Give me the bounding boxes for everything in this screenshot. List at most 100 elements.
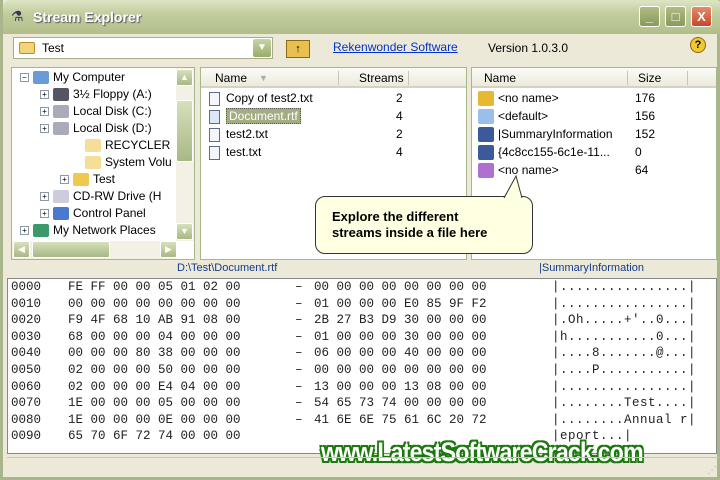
hex-byte: 74 <box>158 429 174 444</box>
hex-separator: – <box>295 379 303 394</box>
hex-ascii: |....8.......@...| <box>552 346 697 361</box>
hex-byte: 50 <box>158 363 174 377</box>
hex-byte: FF <box>90 280 106 294</box>
tree-item[interactable]: + Local Disk (D:) <box>40 120 152 136</box>
file-row[interactable]: Document.rtf 4 <box>209 107 459 125</box>
stream-row[interactable]: |SummaryInformation 152 <box>478 125 714 143</box>
scroll-down-button[interactable]: ▼ <box>176 223 193 240</box>
hex-byte: 00 <box>359 296 375 311</box>
column-name[interactable]: Name <box>484 71 516 85</box>
hex-view[interactable]: 0000 FE FF 00 00 05 01 02 00 00 00 00 00 00 00 00 00– |..… <box>7 278 717 454</box>
hex-byte: 00 <box>225 346 241 361</box>
hex-byte: 00 <box>426 396 442 411</box>
status-bar: ⋰ <box>7 457 719 477</box>
hex-byte: 65 <box>68 429 84 444</box>
hex-byte: 6C <box>426 412 442 427</box>
file-name: test2.txt <box>226 127 269 141</box>
hex-byte: 00 <box>180 329 196 344</box>
folder-open-icon <box>73 173 89 187</box>
hex-byte: 00 <box>449 396 465 411</box>
tree-item[interactable]: + Local Disk (C:) <box>40 103 152 119</box>
hex-byte: 00 <box>336 363 352 377</box>
hex-byte: 00 <box>381 329 397 344</box>
scroll-up-button[interactable]: ▲ <box>176 69 193 86</box>
stream-row[interactable]: <no name> 176 <box>478 89 714 107</box>
stream-row[interactable]: {4c8cc155-6c1e-11... 0 <box>478 143 714 161</box>
hex-byte: 00 <box>381 280 397 294</box>
expander-icon[interactable]: + <box>60 175 69 185</box>
hex-offset: 0000 <box>11 280 42 294</box>
tree-item[interactable]: + My Network Places <box>20 222 156 238</box>
tree-item[interactable]: + CD-RW Drive (H <box>40 188 161 204</box>
column-name[interactable]: Name <box>215 71 247 85</box>
close-button[interactable]: X <box>691 6 712 27</box>
hex-offset: 0090 <box>11 429 42 444</box>
stream-size: 0 <box>635 145 642 159</box>
hex-byte: 13 <box>404 379 420 394</box>
hex-byte: 02 <box>68 379 84 394</box>
folder-tree[interactable]: ▲ ▼ ◀ ▶ − My Computer +3½ Floppy (A:) + Loca… <box>11 67 195 260</box>
expander-icon[interactable]: + <box>40 107 49 117</box>
hex-ascii: |h...........0...| <box>552 329 697 344</box>
hex-byte: 00 <box>336 379 352 394</box>
tree-item[interactable]: + Test <box>60 171 115 187</box>
text-file-icon <box>209 127 220 142</box>
hex-byte: 00 <box>225 412 241 427</box>
tree-horizontal-scrollbar[interactable]: ◀ ▶ <box>12 241 177 259</box>
expander-icon[interactable]: + <box>40 124 49 134</box>
main-window: ⚗ Stream Explorer _ □ X Test ▼ ↑ Rekenwo… <box>0 0 720 480</box>
hex-ascii: |........Annual r| <box>552 412 697 427</box>
tree-item[interactable]: RECYCLER <box>72 137 170 153</box>
tree-item[interactable]: − My Computer <box>20 69 125 85</box>
file-row[interactable]: test2.txt 2 <box>209 125 459 143</box>
maximize-button[interactable]: □ <box>665 6 686 27</box>
folder-value: Test <box>42 41 65 55</box>
tree-item-label: Control Panel <box>73 206 146 220</box>
expander-icon[interactable]: + <box>40 209 49 219</box>
tree-vertical-scrollbar[interactable]: ▲ ▼ <box>176 68 194 241</box>
stream-name: |SummaryInformation <box>498 127 613 141</box>
up-folder-button[interactable]: ↑ <box>286 40 310 58</box>
tree-item[interactable]: + Control Panel <box>40 205 146 221</box>
hex-byte: 00 <box>135 296 151 311</box>
sort-arrow-icon: ▼ <box>259 73 268 83</box>
hex-byte: 91 <box>180 313 196 328</box>
hex-byte: 00 <box>203 363 219 377</box>
column-streams[interactable]: Streams <box>359 71 404 85</box>
file-row[interactable]: test.txt 4 <box>209 143 459 161</box>
expander-icon[interactable]: + <box>20 226 29 236</box>
hex-separator: – <box>295 346 303 361</box>
expander-icon[interactable]: + <box>40 90 49 100</box>
tooltip-bubble: Explore the different streams inside a f… <box>315 175 533 254</box>
hex-byte: 06 <box>314 346 330 361</box>
hex-byte: 00 <box>225 329 241 344</box>
folder-combobox[interactable]: Test ▼ <box>13 37 273 59</box>
hex-byte: B3 <box>359 313 375 328</box>
rekenwonder-link[interactable]: Rekenwonder Software <box>333 40 458 54</box>
help-icon[interactable]: ? <box>690 37 706 53</box>
tree-item[interactable]: +3½ Floppy (A:) <box>40 86 152 102</box>
expander-icon[interactable]: + <box>40 192 49 202</box>
hex-byte: 74 <box>381 396 397 411</box>
hex-byte: 08 <box>426 379 442 394</box>
minimize-button[interactable]: _ <box>639 6 660 27</box>
chevron-down-icon[interactable]: ▼ <box>253 39 271 57</box>
hex-byte: 54 <box>314 396 330 411</box>
hex-byte: 00 <box>203 296 219 311</box>
hex-separator: – <box>295 296 303 311</box>
scroll-thumb[interactable] <box>176 100 193 162</box>
scroll-right-button[interactable]: ▶ <box>160 241 177 258</box>
text-file-icon <box>209 91 220 106</box>
expander-icon[interactable]: − <box>20 73 29 83</box>
file-row[interactable]: Copy of test2.txt 2 <box>209 89 459 107</box>
stream-row[interactable]: <default> 156 <box>478 107 714 125</box>
tree-item[interactable]: System Volu <box>72 154 172 170</box>
hscroll-thumb[interactable] <box>32 241 110 258</box>
stream-size: 156 <box>635 109 656 123</box>
title-bar: ⚗ Stream Explorer _ □ X <box>3 0 720 34</box>
scroll-left-button[interactable]: ◀ <box>13 241 30 258</box>
hex-byte: 00 <box>135 329 151 344</box>
resize-grip-icon[interactable]: ⋰ <box>707 465 717 476</box>
column-size[interactable]: Size <box>638 71 661 85</box>
hex-byte: 00 <box>426 363 442 377</box>
